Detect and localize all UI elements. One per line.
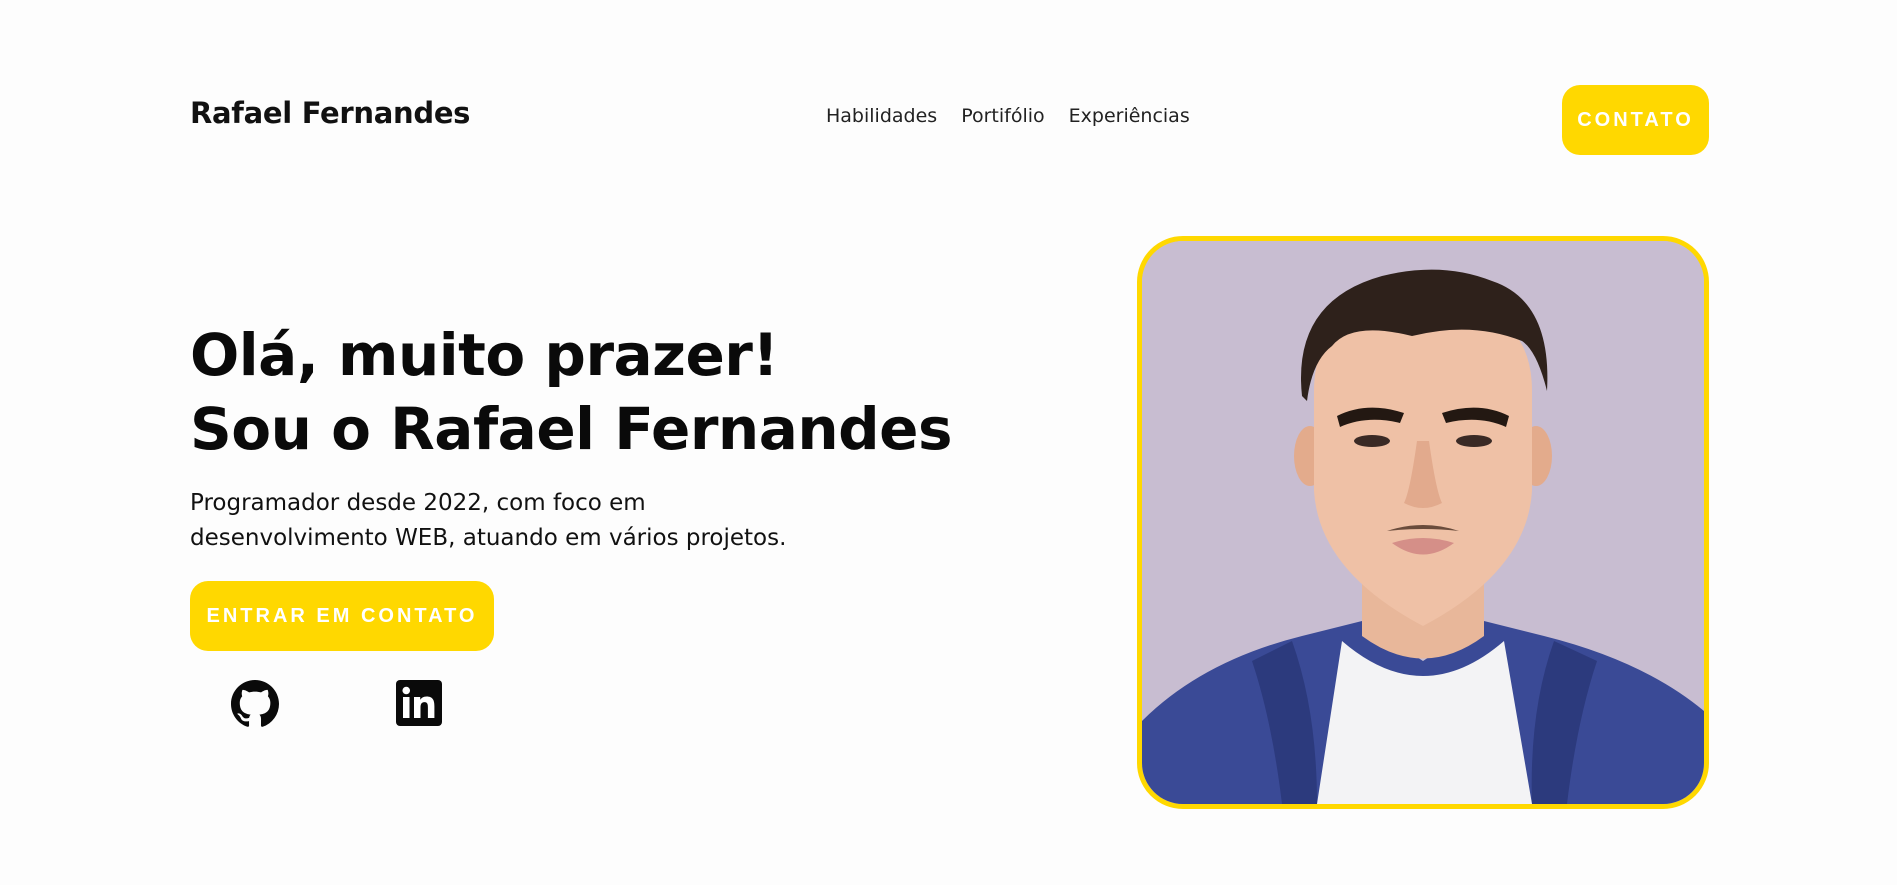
nav-link-habilidades[interactable]: Habilidades — [826, 105, 937, 127]
profile-illustration — [1142, 241, 1704, 804]
nav-link-portifolio[interactable]: Portifólio — [961, 105, 1044, 127]
hero-title-line-2: Sou o Rafael Fernandes — [190, 395, 953, 463]
contact-button[interactable]: CONTATO — [1562, 85, 1709, 155]
linkedin-icon[interactable] — [396, 680, 442, 726]
nav-link-experiencias[interactable]: Experiências — [1069, 105, 1190, 127]
github-icon[interactable] — [231, 680, 279, 728]
main-nav: Habilidades Portifólio Experiências — [826, 105, 1190, 127]
site-logo[interactable]: Rafael Fernandes — [190, 96, 470, 130]
profile-photo — [1137, 236, 1709, 809]
hero-title-line-1: Olá, muito prazer! — [190, 321, 779, 389]
hero-subtitle: Programador desde 2022, com foco em dese… — [190, 490, 787, 551]
hero-title: Olá, muito prazer! Sou o Rafael Fernande… — [190, 318, 953, 466]
enter-contact-button[interactable]: ENTRAR EM CONTATO — [190, 581, 494, 651]
